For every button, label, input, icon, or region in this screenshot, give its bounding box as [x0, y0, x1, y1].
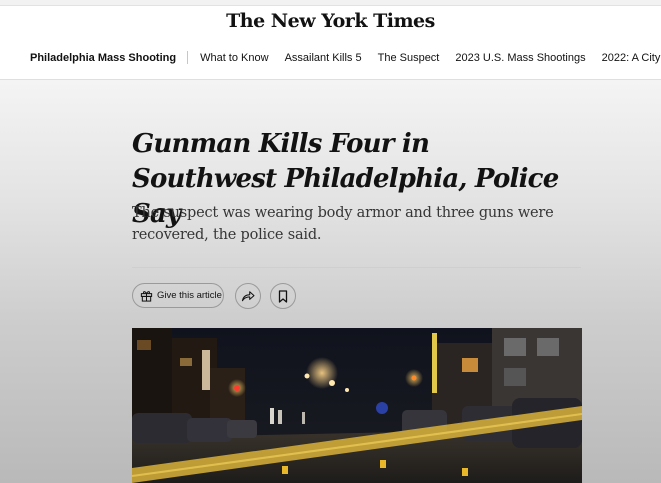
nav-item-what-to-know[interactable]: What to Know [200, 52, 268, 64]
nav-divider [187, 51, 189, 64]
bookmark-icon [278, 289, 288, 303]
header-divider [132, 267, 581, 268]
nav-item-assailant[interactable]: Assailant Kills 5 [285, 52, 362, 64]
nyt-logo[interactable]: The New York Times [226, 10, 435, 32]
share-button[interactable] [235, 283, 261, 309]
nav-item-city-awash[interactable]: 2022: A City Awash in [602, 52, 661, 64]
gift-button-label: Give this article [157, 290, 222, 301]
save-button[interactable] [270, 283, 296, 309]
masthead: The New York Times [0, 6, 661, 36]
nav-item-suspect[interactable]: The Suspect [378, 52, 440, 64]
story-nav: Philadelphia Mass Shooting What to Know … [0, 36, 661, 80]
nav-main-link[interactable]: Philadelphia Mass Shooting [30, 52, 187, 64]
gift-article-button[interactable]: Give this article [132, 283, 224, 308]
article-summary: The suspect was wearing body armor and t… [132, 205, 554, 243]
nav-item-mass-shootings[interactable]: 2023 U.S. Mass Shootings [455, 52, 585, 64]
article-lead-photo [132, 328, 582, 483]
share-icon [241, 291, 255, 302]
gift-icon [140, 291, 153, 302]
